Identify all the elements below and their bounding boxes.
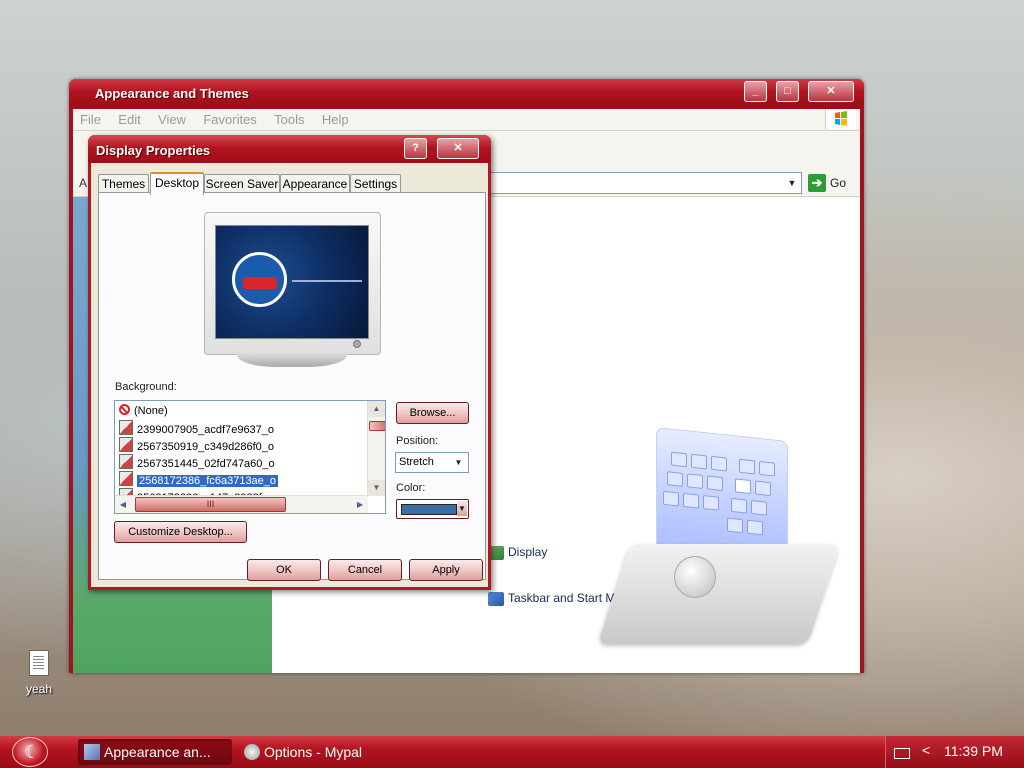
start-button[interactable]: ☾ [12,737,48,767]
scroll-thumb[interactable]: III [135,497,286,512]
browse-button[interactable]: Browse... [396,402,469,424]
taskbar-item-appearance[interactable]: Appearance an... [78,739,232,765]
desktop-icon-label: yeah [25,682,53,696]
address-label: A [79,176,88,190]
crescent-star-icon: ☾ [23,742,41,762]
background-listbox[interactable]: (None) 2399007905_acdf7e9637_o 256735091… [114,400,386,514]
keyboard-icon[interactable] [894,748,910,759]
apply-button[interactable]: Apply [409,559,483,581]
scroll-right-icon[interactable]: ▶ [352,496,368,513]
help-button[interactable]: ? [404,138,427,159]
list-item[interactable]: 2567351445_02fd747a60_o [119,454,275,470]
dialog-body: Themes Desktop Screen Saver Appearance S… [91,163,488,587]
none-icon [119,404,130,415]
menu-help[interactable]: Help [315,109,356,127]
image-file-icon [119,420,133,435]
horizontal-scrollbar[interactable]: ◀ III ▶ [115,495,368,513]
color-label: Color: [396,482,426,494]
position-select[interactable]: Stretch ▼ [395,452,469,473]
image-file-icon [119,471,133,486]
menu-bar: File Edit View Favorites Tools Help [73,109,860,131]
monitor-preview [204,212,381,367]
desktop-icon-yeah[interactable]: yeah [14,650,64,696]
wallpaper-preview [215,225,369,339]
control-panel-icon [84,744,100,760]
menu-tools[interactable]: Tools [267,109,311,127]
taskbar-icon [488,591,504,606]
image-file-icon [119,437,133,452]
desktop-tab-panel: Background: (None) 2399007905_acdf7e9637… [98,192,486,580]
chevron-down-icon[interactable]: ▼ [783,173,801,193]
ok-button[interactable]: OK [247,559,321,581]
menu-favorites[interactable]: Favorites [196,109,263,127]
cancel-button[interactable]: Cancel [328,559,402,581]
color-picker-button[interactable]: ▼ [396,499,469,519]
system-tray: < 11:39 PM [885,736,1024,768]
tab-settings[interactable]: Settings [350,174,401,193]
go-arrow-icon: ➔ [808,174,826,192]
scroll-thumb[interactable] [369,421,385,431]
power-led-icon [353,340,361,348]
go-label: Go [830,176,847,190]
vertical-scrollbar[interactable]: ▲ ▼ [367,401,385,496]
tray-expand-icon[interactable]: < [922,742,930,758]
scroll-left-icon[interactable]: ◀ [115,496,131,513]
display-properties-dialog: Display Properties ? ✕ Themes Desktop Sc… [88,135,491,590]
list-item[interactable]: (None) [119,403,168,419]
background-label: Background: [115,381,177,393]
menu-file[interactable]: File [73,109,108,127]
menu-edit[interactable]: Edit [111,109,147,127]
dialog-titlebar[interactable]: Display Properties ? ✕ [88,135,491,163]
customize-desktop-button[interactable]: Customize Desktop... [114,521,247,543]
menu-view[interactable]: View [151,109,193,127]
image-file-icon [119,454,133,469]
close-button[interactable]: ✕ [808,81,854,102]
window-title: Appearance and Themes [95,86,249,101]
maximize-button[interactable]: □ [776,81,799,102]
desktop: yeah Appearance and Themes _ □ ✕ File Ed… [0,0,1024,736]
go-button[interactable]: ➔ Go [808,174,852,192]
task-link-display[interactable]: Display [488,545,547,560]
control-panel-illustration-icon [597,427,844,654]
taskbar: ☾ Appearance an... Options - Mypal < 11:… [0,736,1024,768]
list-item[interactable]: 2399007905_acdf7e9637_o [119,420,274,436]
window-titlebar[interactable]: Appearance and Themes _ □ ✕ [69,79,864,109]
minimize-button[interactable]: _ [744,81,767,102]
chevron-down-icon[interactable]: ▼ [451,455,466,470]
text-document-icon [29,650,49,676]
tab-themes[interactable]: Themes [98,174,149,193]
taskbar-item-label: Appearance an... [104,744,211,760]
chevron-down-icon[interactable]: ▼ [457,501,467,516]
scroll-down-icon[interactable]: ▼ [368,480,385,496]
tab-appearance[interactable]: Appearance [280,174,350,193]
taskbar-item-label: Options - Mypal [264,744,363,760]
dialog-title: Display Properties [96,143,211,158]
vote-logo-icon [232,252,287,307]
position-value: Stretch [399,456,434,468]
tab-desktop[interactable]: Desktop [150,172,204,195]
position-label: Position: [396,435,439,447]
scroll-up-icon[interactable]: ▲ [368,401,385,417]
close-button[interactable]: ✕ [437,138,479,159]
taskbar-item-mypal-options[interactable]: Options - Mypal [238,739,388,765]
color-swatch [401,504,457,515]
windows-logo-icon [825,109,856,129]
mypal-icon [244,744,260,760]
clock[interactable]: 11:39 PM [944,743,1003,759]
task-link-label: Display [508,545,548,559]
list-item-selected[interactable]: 2568172386_fc6a3713ae_o [119,471,279,487]
tab-screen-saver[interactable]: Screen Saver [204,174,280,193]
list-item[interactable]: 2567350919_c349d286f0_o [119,437,274,453]
